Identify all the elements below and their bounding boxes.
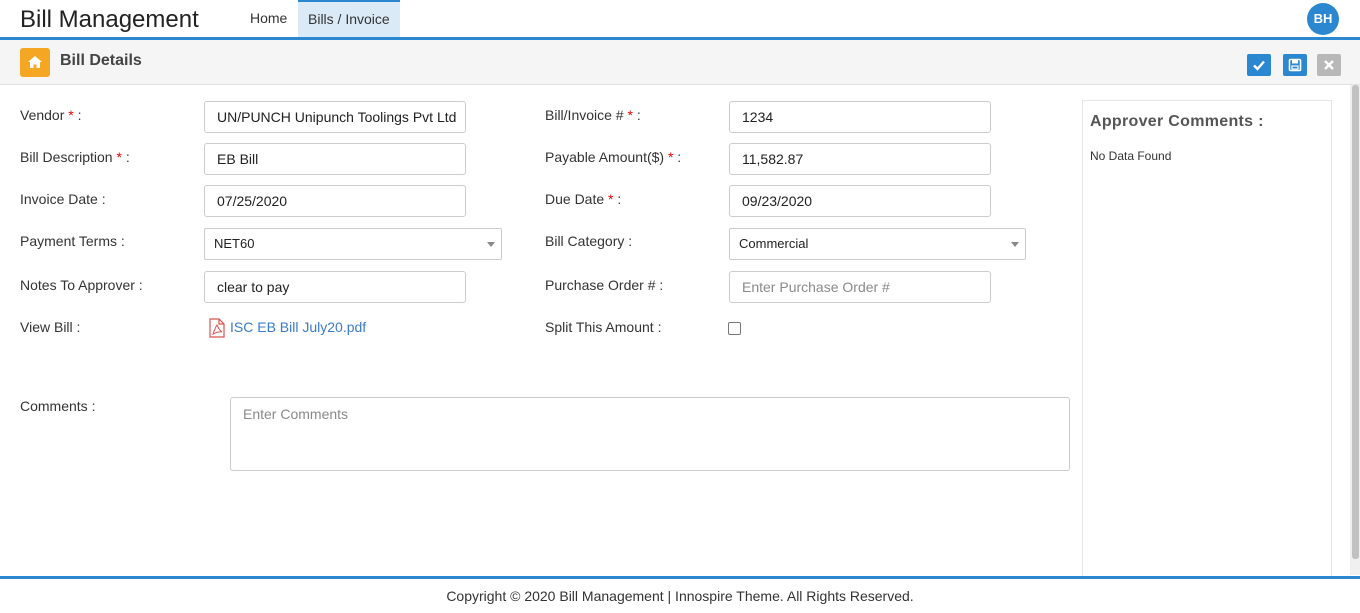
view-bill-label: View Bill :	[20, 319, 81, 335]
due-date-label: Due Date * :	[545, 191, 622, 207]
notes-to-approver-field[interactable]: clear to pay	[204, 271, 466, 303]
approver-comments-panel: Approver Comments : No Data Found	[1082, 100, 1332, 577]
bill-invoice-label-text: Bill/Invoice #	[545, 107, 624, 123]
comments-label: Comments :	[20, 398, 96, 414]
required-marker: *	[627, 107, 633, 123]
bill-description-field[interactable]: EB Bill	[204, 143, 466, 175]
vendor-label: Vendor * :	[20, 107, 82, 123]
bill-description-label-text: Bill Description	[20, 149, 113, 165]
check-icon	[1253, 60, 1265, 71]
payable-amount-label: Payable Amount($) * :	[545, 149, 682, 165]
payable-amount-field[interactable]: 11,582.87	[729, 143, 991, 175]
required-marker: *	[667, 149, 674, 165]
footer-copyright: Copyright © 2020 Bill Management | Innos…	[446, 588, 914, 604]
bill-invoice-label: Bill/Invoice # * :	[545, 107, 641, 123]
chevron-down-icon	[487, 242, 495, 247]
due-date-label-text: Due Date	[545, 191, 605, 207]
vendor-field[interactable]: UN/PUNCH Unipunch Toolings Pvt Ltd	[204, 101, 466, 133]
bill-category-label: Bill Category :	[545, 233, 633, 249]
invoice-date-field[interactable]: 07/25/2020	[204, 185, 466, 217]
bill-category-value: Commercial	[739, 236, 809, 251]
comments-textarea[interactable]: Enter Comments	[230, 397, 1070, 471]
save-icon	[1288, 58, 1302, 72]
notes-to-approver-label: Notes To Approver :	[20, 277, 143, 293]
required-marker: *	[608, 191, 614, 207]
payment-terms-label: Payment Terms :	[20, 233, 125, 249]
purchase-order-input[interactable]: Enter Purchase Order #	[729, 271, 991, 303]
scrollbar-thumb[interactable]	[1352, 85, 1359, 559]
page-title: Bill Details	[60, 52, 142, 69]
vendor-label-text: Vendor	[20, 107, 65, 123]
top-navbar: Bill Management Home Bills / Invoice BH	[0, 0, 1360, 40]
approve-button[interactable]	[1247, 54, 1271, 76]
pdf-file-icon[interactable]	[207, 318, 227, 338]
save-button[interactable]	[1283, 54, 1307, 76]
nav-home[interactable]: Home	[240, 0, 297, 37]
payment-terms-value: NET60	[214, 236, 255, 251]
due-date-field[interactable]: 09/23/2020	[729, 185, 991, 217]
approver-comments-empty: No Data Found	[1090, 149, 1172, 163]
purchase-order-label: Purchase Order # :	[545, 277, 664, 293]
close-icon	[1324, 60, 1334, 70]
required-marker: *	[68, 107, 74, 123]
invoice-date-label: Invoice Date :	[20, 191, 106, 207]
bill-file-link[interactable]: ISC EB Bill July20.pdf	[230, 319, 366, 335]
bill-description-label: Bill Description * :	[20, 149, 130, 165]
chevron-down-icon	[1011, 242, 1019, 247]
nav-bills-invoice[interactable]: Bills / Invoice	[298, 0, 400, 37]
payable-amount-label-text: Payable Amount($)	[545, 149, 665, 165]
user-avatar[interactable]: BH	[1307, 3, 1339, 35]
home-icon[interactable]	[20, 48, 50, 77]
split-amount-checkbox[interactable]	[728, 322, 741, 335]
bill-invoice-field[interactable]: 1234	[729, 101, 991, 133]
approver-comments-title: Approver Comments :	[1090, 113, 1264, 130]
split-amount-label: Split This Amount :	[545, 319, 662, 335]
cancel-button[interactable]	[1317, 54, 1341, 76]
app-title: Bill Management	[20, 6, 199, 33]
bill-category-select[interactable]: Commercial	[729, 228, 1026, 260]
payment-terms-select[interactable]: NET60	[204, 228, 502, 260]
required-marker: *	[116, 149, 122, 165]
page-header: Bill Details	[0, 40, 1360, 85]
footer: Copyright © 2020 Bill Management | Innos…	[0, 576, 1360, 613]
